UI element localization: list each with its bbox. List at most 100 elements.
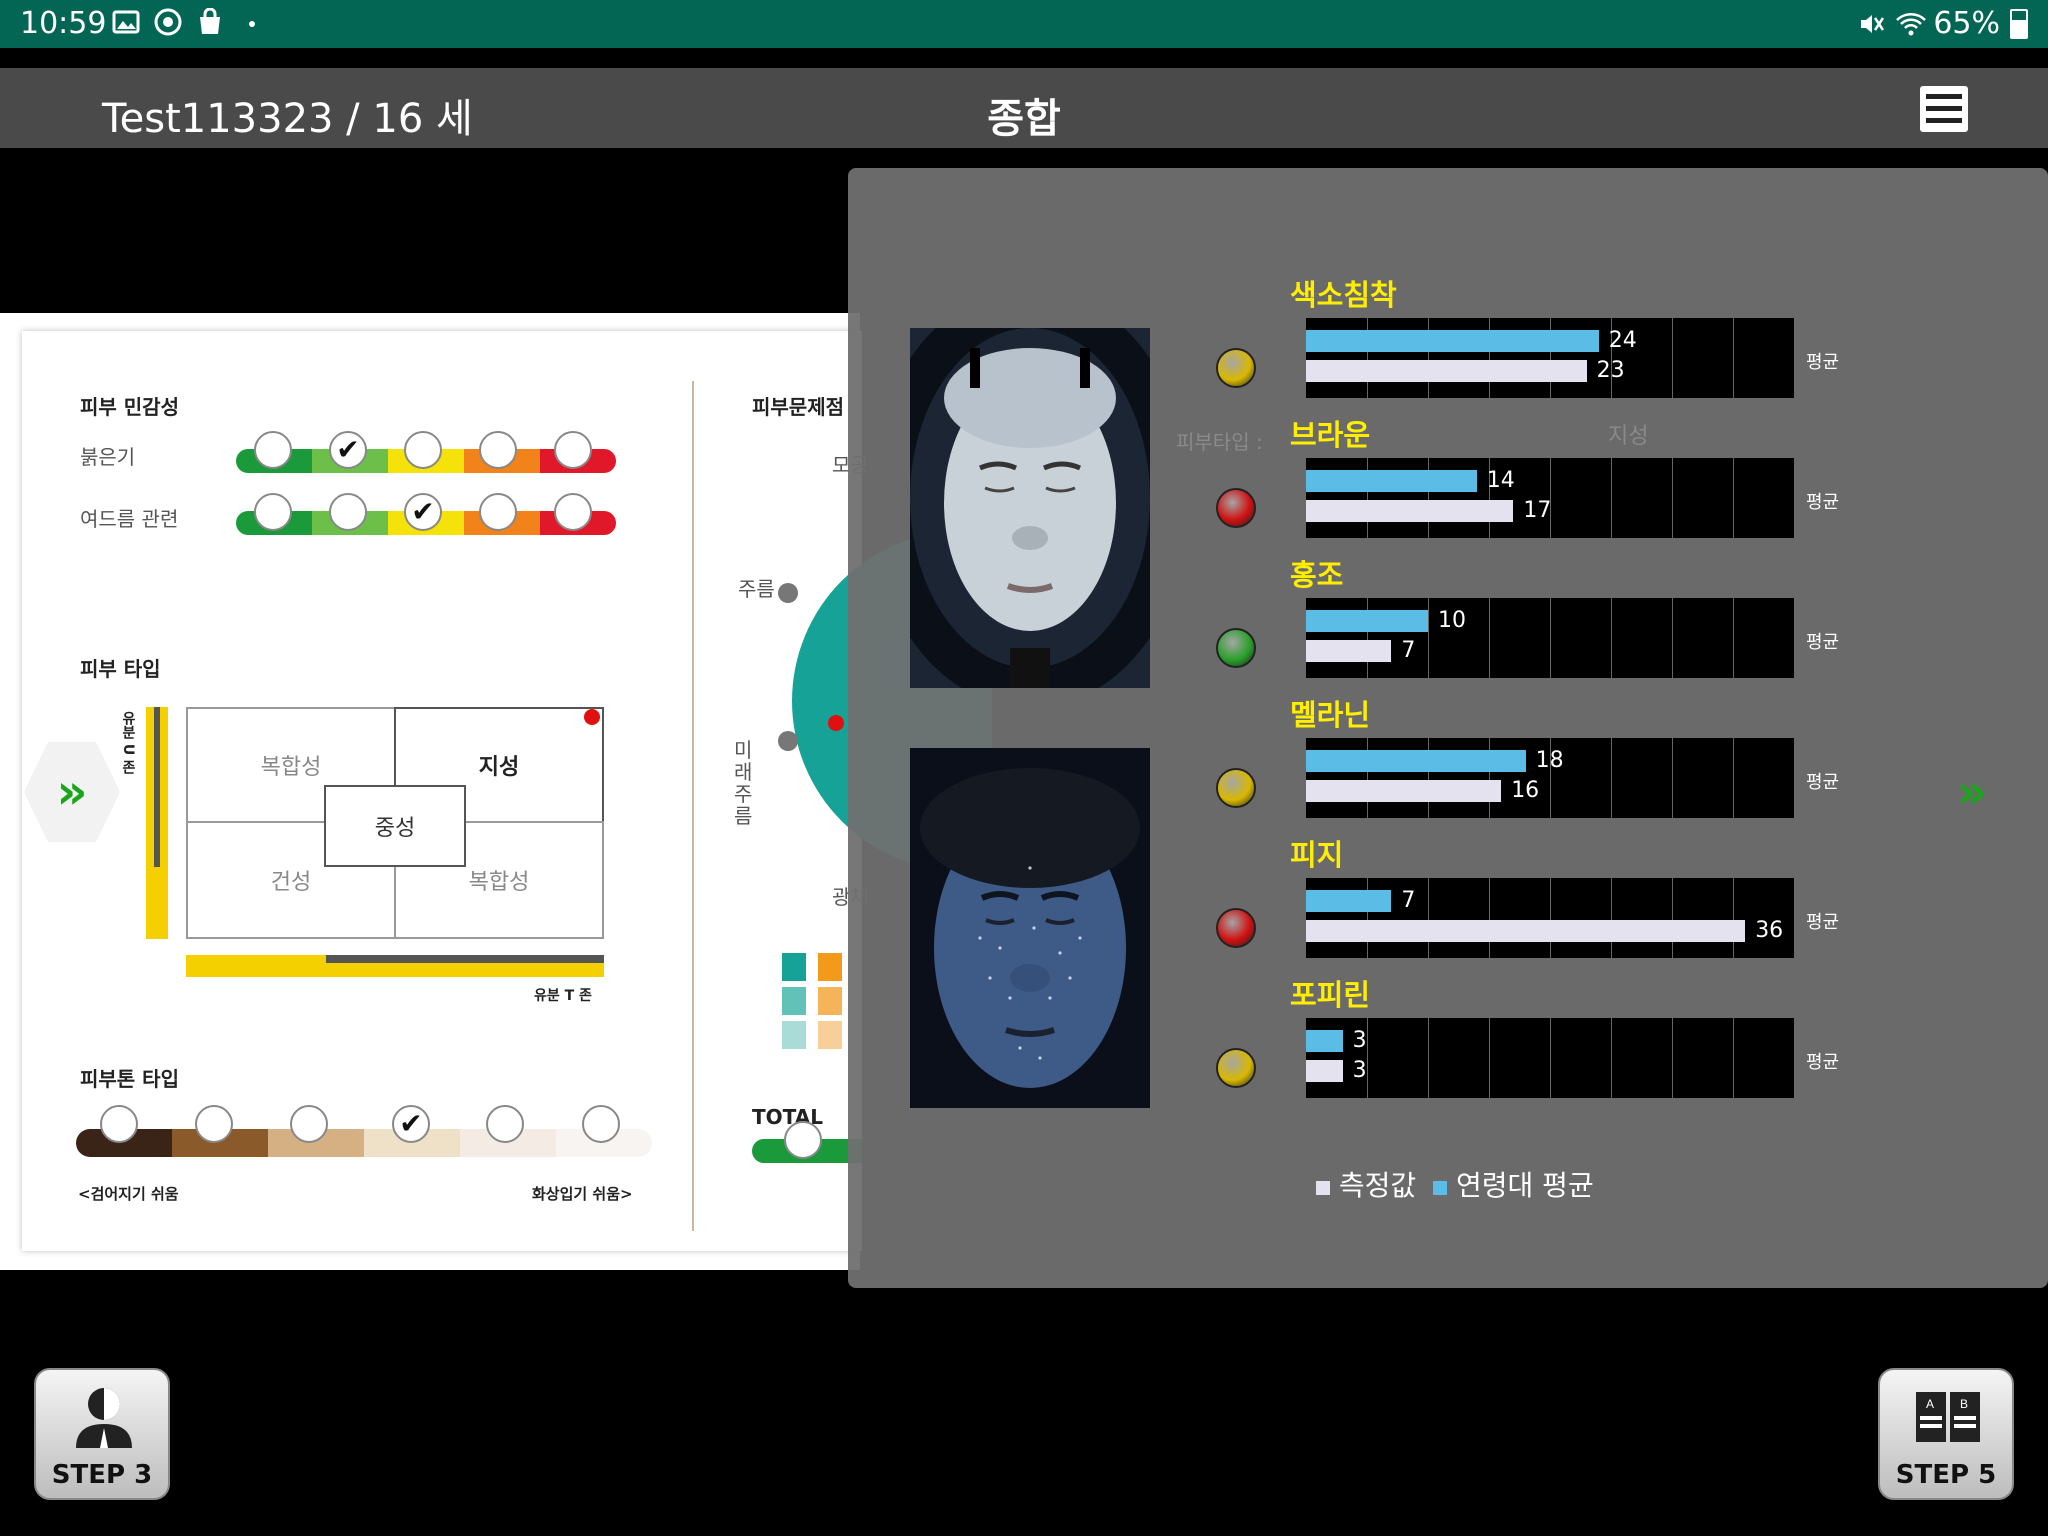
image-icon [112,8,140,36]
legend-swatch [782,987,806,1015]
average-value: 7 [1401,888,1416,913]
measured-bar [1306,360,1587,382]
list-menu-icon[interactable] [1920,86,1968,132]
tone-title: 피부톤 타입 [80,1067,179,1091]
title-bar: Test113323 / 16 세 종합 [0,68,2048,148]
double-chevron-right-icon: » [1956,764,1988,820]
u-zone-bar [146,707,168,939]
u-zone-label: 유분 U 존 [120,711,136,775]
problem-label: 미래 주름 [734,738,753,828]
tone-scale [76,1129,652,1157]
legend-swatch [782,953,806,981]
metric-bar-chart: 18 16 [1306,738,1794,818]
average-tag: 평균 [1806,492,1840,513]
measured-bar [1306,780,1502,802]
measured-value: 17 [1523,498,1552,523]
average-tag: 평균 [1806,632,1840,653]
average-value: 14 [1486,468,1515,493]
tone-option [195,1105,233,1143]
sensitivity-row-label: 여드름 관련 [80,507,179,531]
skin-type-title: 피부 타입 [80,657,161,681]
radar-point-red [828,715,844,731]
metric-label: 멜라닌 [1290,698,1371,732]
status-bar: 10:59 65% [0,0,2048,48]
average-tag: 평균 [1806,352,1840,373]
report-paper: 피부 민감성 붉은기 여드름 관련 ✔ ✔ 피부 타입 유분 U 존 복합성 지… [0,313,992,1270]
scale-option-checked: ✔ [329,431,367,469]
step-5-label: STEP 5 [1895,1460,1997,1490]
metric-label: 브라운 [1290,418,1371,452]
metric-bar-chart: 33 [1306,1018,1794,1098]
chart-legend: 측정값 연령대 평균 [1316,1164,1594,1204]
metric-bar-chart: 24 23 [1306,318,1794,398]
tone-option [486,1105,524,1143]
legend-average-label: 연령대 평균 [1456,1169,1594,1202]
scale-option [554,431,592,469]
tone-right-label: 화상입기 쉬움> [532,1185,633,1203]
status-light-green [1216,628,1256,668]
measured-bar [1306,920,1746,942]
measured-bar [1306,1060,1343,1082]
average-bar [1306,750,1526,772]
step-3-label: STEP 3 [51,1460,153,1490]
measured-value: 16 [1511,778,1540,803]
total-option [784,1121,822,1159]
metric-label: 피지 [1290,838,1344,872]
ghost-label: 피부타입 : [1176,430,1263,454]
comparison-overlay: 피부타입 : 지성 색소침착 24 23 평균 브라운 14 17 평균 홍조 … [848,168,2048,1288]
step-5-button[interactable]: A B STEP 5 [1878,1368,2014,1500]
average-tag: 평균 [1806,1052,1840,1073]
average-value: 24 [1608,328,1637,353]
average-bar [1306,890,1392,912]
legend-swatch [782,1021,806,1049]
measured-value: 23 [1596,358,1625,383]
legend-swatch [818,987,842,1015]
tone-option-checked: ✔ [392,1105,430,1143]
scale-option [479,493,517,531]
legend-swatch [818,1021,842,1049]
wifi-icon [1895,10,1927,38]
battery-percent: 65% [1933,6,2000,41]
svg-text:A: A [1926,1397,1934,1411]
average-bar [1306,470,1477,492]
metric-bar-chart: 10 7 [1306,598,1794,678]
skin-type-marker [584,709,600,725]
scale-option [329,493,367,531]
metric-label: 포피린 [1290,978,1371,1012]
metric-label: 색소침착 [1290,278,1397,312]
problems-title: 피부문제점 [752,395,844,419]
scale-option [479,431,517,469]
average-value: 10 [1438,608,1466,633]
average-bar [1306,330,1599,352]
step-3-button[interactable]: STEP 3 [34,1368,170,1500]
skin-cell-neutral: 중성 [324,785,466,867]
t-zone-label: 유분 T 존 [534,988,592,1004]
t-zone-bar [186,955,604,977]
svg-text:B: B [1960,1397,1968,1411]
status-light-yellow [1216,1048,1256,1088]
metric-label: 홍조 [1290,558,1344,592]
tone-left-label: <검어지기 쉬움 [78,1185,179,1203]
average-value: 3 [1352,1028,1367,1053]
measured-bar [1306,500,1514,522]
sensitivity-title: 피부 민감성 [80,395,179,419]
status-time: 10:59 [20,6,107,41]
measured-value: 7 [1401,638,1416,663]
status-light-red [1216,488,1256,528]
status-light-yellow [1216,768,1256,808]
measured-value: 36 [1755,918,1784,943]
radar-point [778,583,798,603]
status-light-red [1216,908,1256,948]
average-tag: 평균 [1806,912,1840,933]
tone-option [290,1105,328,1143]
legend-swatch [818,953,842,981]
average-bar [1306,610,1428,632]
double-chevron-right-icon: » [56,764,88,820]
metric-bar-chart: 7 36 [1306,878,1794,958]
sensitivity-row-label: 붉은기 [80,445,136,469]
mute-icon [1857,10,1885,38]
battery-icon [2010,8,2028,39]
radar-point [778,731,798,751]
measured-bar [1306,640,1392,662]
status-light-yellow [1216,348,1256,388]
